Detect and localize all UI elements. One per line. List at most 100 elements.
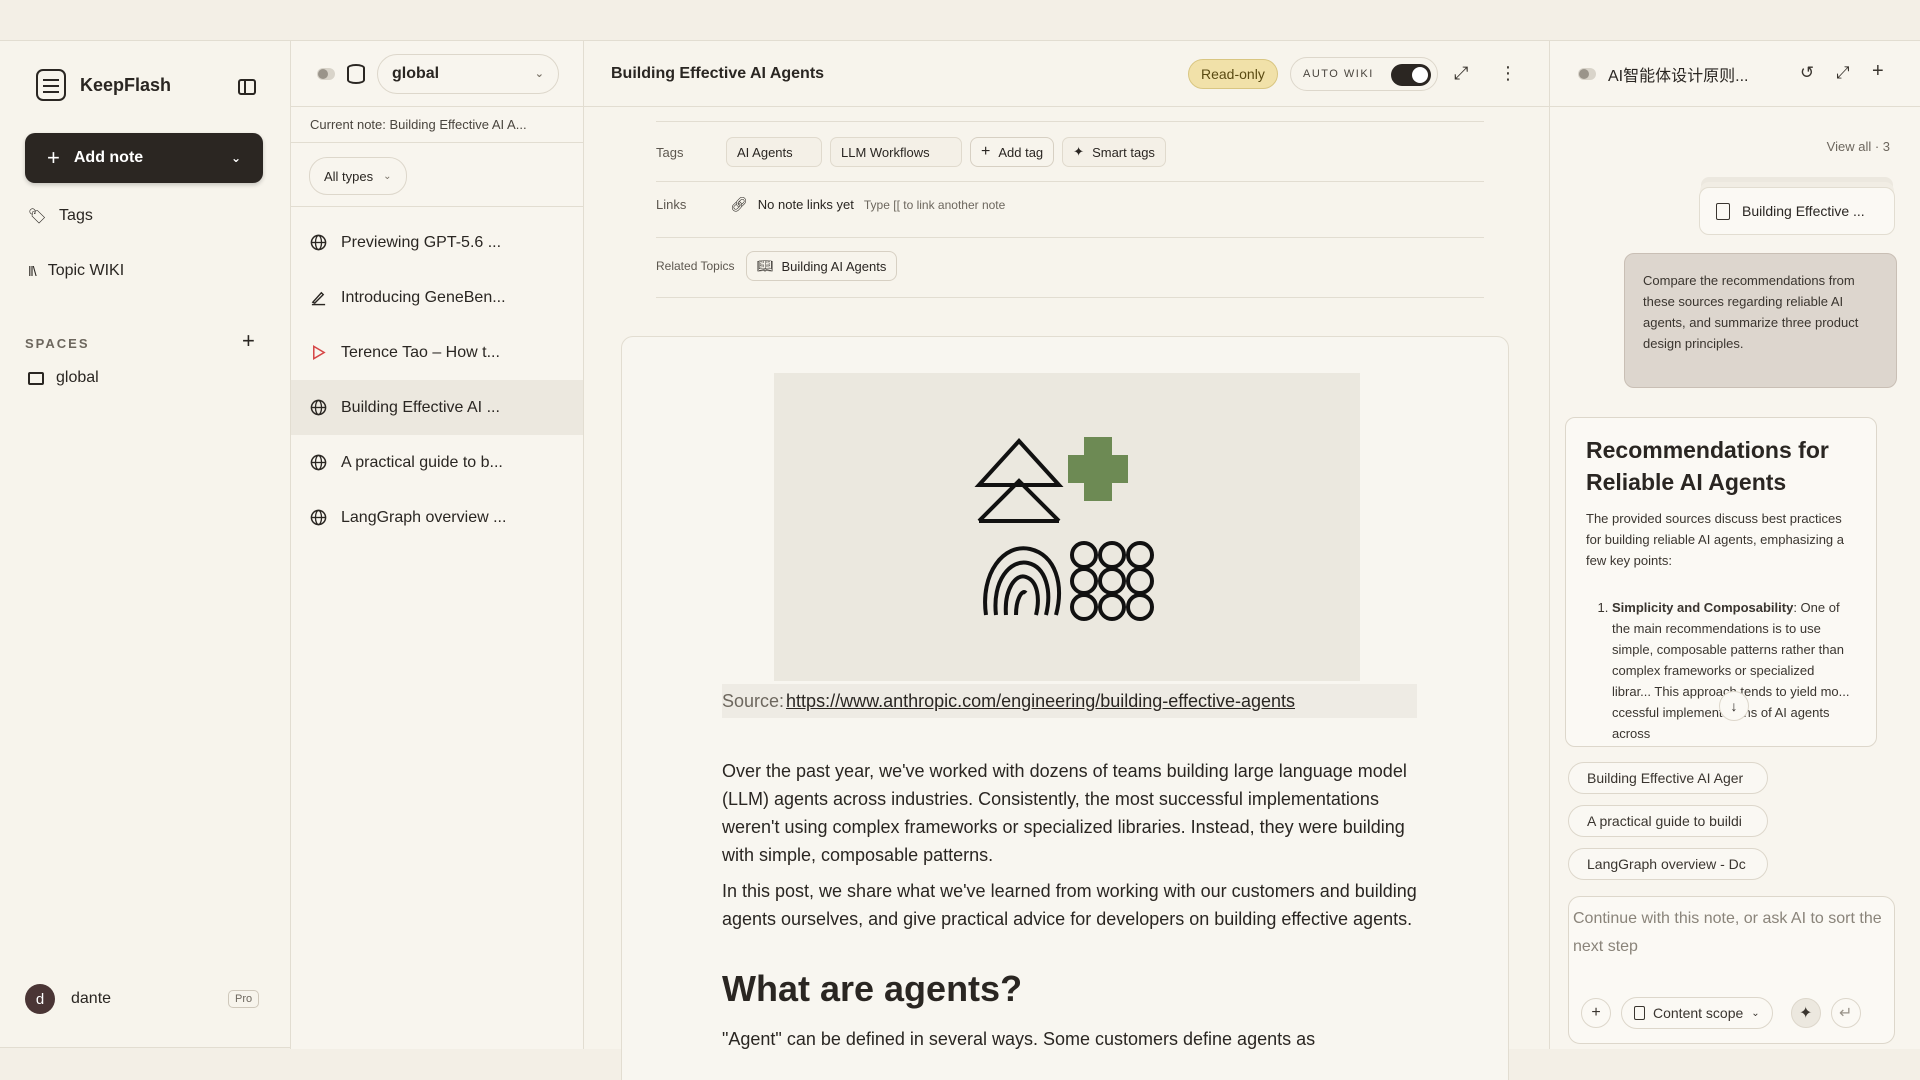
answer-list: Simplicity and Composability: One of the…	[1586, 597, 1856, 744]
folder-icon	[28, 371, 44, 385]
source-card-title: Building Effective ...	[1742, 203, 1865, 219]
user-menu[interactable]: d dante	[25, 984, 111, 1014]
auto-wiki-toggle[interactable]: AUTO WIKI	[1290, 57, 1438, 91]
sparkle-icon[interactable]: ✦	[1790, 998, 1821, 1028]
plan-badge: Pro	[228, 990, 260, 1008]
source-card[interactable]: Building Effective ...	[1699, 187, 1895, 235]
brand[interactable]: KeepFlash	[36, 69, 171, 101]
related-topics-label: Related Topics	[656, 259, 735, 273]
list-item[interactable]: Introducing GeneBen...	[291, 270, 583, 325]
list-item[interactable]: A practical guide to b...	[291, 435, 583, 490]
globe-icon	[309, 509, 327, 527]
auto-wiki-switch[interactable]	[1391, 64, 1431, 86]
sidebar-item-label: Topic WIKI	[47, 262, 125, 279]
tags-row: Tags AI Agents LLM Workflows + Add tag ✦…	[656, 137, 1484, 167]
history-icon[interactable]: ↺	[1800, 63, 1814, 83]
paragraph: "Agent" can be defined in several ways. …	[722, 1029, 1316, 1049]
panel-toggle-icon[interactable]	[1578, 67, 1596, 80]
note-editor: Building Effective AI Agents Read-only A…	[584, 41, 1549, 1080]
reference-chip[interactable]: LangGraph overview - Dc	[1568, 848, 1768, 880]
sidebar-item-tags[interactable]: 🏷︎ Tags	[28, 207, 93, 225]
panel-toggle-icon[interactable]	[317, 67, 335, 80]
sidebar-item-topic-wiki[interactable]: ‖\ Topic WIKI	[28, 262, 124, 280]
links-row: Links 🔗︎ No note links yet Type [[ to li…	[656, 196, 1484, 213]
document-icon	[1716, 202, 1730, 220]
ai-composer: Continue with this note, or ask AI to so…	[1568, 896, 1895, 1044]
globe-icon	[309, 234, 327, 252]
avatar: d	[25, 984, 55, 1014]
book-icon: 📖︎	[757, 258, 774, 273]
scroll-down-icon[interactable]: ↓	[1719, 691, 1749, 721]
anthropic-illustration	[974, 437, 1154, 621]
list-item-active[interactable]: Building Effective AI ...	[291, 380, 583, 435]
readonly-badge[interactable]: Read-only	[1188, 59, 1278, 89]
library-icon: ‖\	[28, 263, 37, 279]
links-empty: No note links yet	[757, 197, 854, 212]
app-sidebar: KeepFlash + Add note ⌄ 🏷︎ Tags ‖\ Topic …	[0, 41, 290, 1049]
expand-icon[interactable]: ⤢	[1836, 63, 1850, 83]
list-item[interactable]: LangGraph overview ...	[291, 490, 583, 545]
globe-icon	[309, 399, 327, 417]
answer-title: Recommendations for Reliable AI Agents	[1586, 437, 1829, 495]
source-prefix: Source:	[722, 690, 785, 711]
content-scope-select[interactable]: Content scope ⌄	[1621, 997, 1773, 1029]
auto-wiki-label: AUTO WIKI	[1303, 68, 1374, 80]
type-filter[interactable]: All types ⌄	[309, 157, 407, 195]
document-icon	[1634, 1006, 1645, 1020]
related-topic-label: Building AI Agents	[781, 258, 887, 274]
pen-icon	[309, 289, 327, 307]
related-topic-chip[interactable]: 📖︎ Building AI Agents	[746, 251, 898, 281]
ai-panel-header: AI智能体设计原则... ↺ ⤢ +	[1550, 41, 1920, 107]
app-name: KeepFlash	[80, 74, 172, 95]
view-all-sources-link[interactable]: View all · 3	[1827, 139, 1890, 154]
ai-panel: AI智能体设计原则... ↺ ⤢ + View all · 3 Building…	[1549, 41, 1920, 1049]
space-select-value: global	[392, 64, 440, 82]
expand-icon[interactable]: ⤢	[1454, 63, 1468, 84]
add-note-button[interactable]: + Add note ⌄	[25, 133, 263, 183]
add-tag-button[interactable]: + Add tag	[970, 137, 1055, 167]
divider	[656, 237, 1484, 238]
hero-image	[774, 373, 1360, 681]
ai-prompt-input[interactable]: Continue with this note, or ask AI to so…	[1573, 905, 1891, 961]
chevron-down-icon: ⌄	[1751, 1007, 1760, 1019]
notebook-logo-icon	[36, 69, 66, 101]
divider	[656, 121, 1484, 122]
reference-chip[interactable]: Building Effective AI Ager	[1568, 762, 1768, 794]
note-list: Previewing GPT-5.6 ... Introducing GeneB…	[291, 207, 583, 545]
tag-chip[interactable]: AI Agents	[726, 137, 822, 167]
list-item[interactable]: Terence Tao – How t...	[291, 325, 583, 380]
note-title: Introducing GeneBen...	[341, 288, 506, 306]
sidebar-toggle-icon[interactable]	[238, 79, 256, 95]
chevron-down-icon: ⌄	[383, 170, 392, 182]
chevron-down-icon[interactable]: ⌄	[231, 151, 241, 165]
sparkle-icon: ✦	[1073, 144, 1085, 159]
new-chat-icon[interactable]: +	[1872, 60, 1884, 83]
send-icon[interactable]: ↵	[1830, 998, 1861, 1028]
add-tag-label: Add tag	[998, 144, 1044, 160]
app-window: KeepFlash + Add note ⌄ 🏷︎ Tags ‖\ Topic …	[0, 40, 1920, 1080]
smart-tags-label: Smart tags	[1092, 144, 1155, 160]
source-link[interactable]: https://www.anthropic.com/engineering/bu…	[786, 691, 1295, 712]
note-title: Previewing GPT-5.6 ...	[341, 233, 502, 251]
list-item[interactable]: Previewing GPT-5.6 ...	[291, 215, 583, 270]
reference-chip[interactable]: A practical guide to buildi	[1568, 805, 1768, 837]
add-space-button[interactable]: +	[242, 328, 255, 354]
tag-chip[interactable]: LLM Workflows	[830, 137, 962, 167]
notes-panel: global ⌄ Current note: Building Effectiv…	[290, 41, 584, 1049]
answer-item-heading: Simplicity and Composability	[1612, 600, 1794, 615]
user-name: dante	[71, 990, 112, 1007]
more-icon[interactable]: ⋮	[1499, 63, 1517, 84]
links-label: Links	[656, 197, 687, 212]
section-heading: What are agents?	[722, 968, 1023, 1009]
paragraph: In this post, we share what we've learne…	[722, 881, 1417, 929]
chevron-down-icon: ⌄	[534, 68, 544, 80]
conversation-title: AI智能体设计原则...	[1608, 67, 1749, 85]
space-select[interactable]: global ⌄	[377, 53, 559, 94]
smart-tags-button[interactable]: ✦ Smart tags	[1062, 137, 1166, 167]
note-title: Building Effective AI ...	[341, 398, 500, 416]
notes-panel-header: global ⌄	[291, 41, 583, 107]
attach-plus-icon[interactable]: +	[1581, 998, 1611, 1028]
paragraph: Over the past year, we've worked with do…	[722, 761, 1407, 865]
sidebar-space-global[interactable]: global	[28, 369, 99, 387]
plus-icon: +	[47, 145, 60, 170]
